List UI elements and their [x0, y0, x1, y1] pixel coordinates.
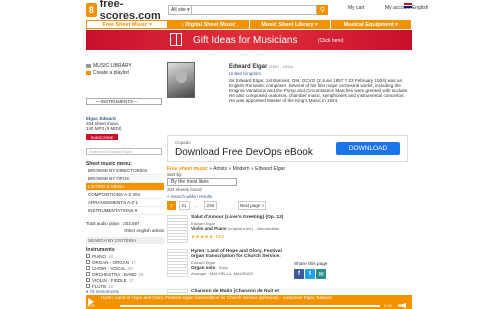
nav-musical-equipment[interactable]: Musical Equipment ▾ [331, 20, 412, 29]
music-library-link[interactable]: MUSIC LIBRARY [86, 62, 164, 69]
search-criteria-header[interactable]: SEARCH BY CRITERIA [86, 237, 164, 244]
share-label: Share this page [294, 262, 328, 267]
composer-search-input[interactable]: Search all Edward Elgar [86, 148, 162, 155]
nav-music-sheet-library[interactable]: Music Sheet Library ▾ [250, 20, 331, 29]
result-title[interactable]: Chanson de Matin (Chanson de Nuit et [191, 289, 287, 294]
page-226[interactable]: 226 [203, 201, 218, 210]
checkbox-icon[interactable] [86, 284, 90, 288]
gift-icon [170, 33, 182, 46]
menu-item[interactable]: ARRANGEMENTS A-Z 1 [86, 199, 164, 207]
composer-file-count: 140 MP3 (0 MIDI) [86, 126, 122, 131]
player-time-elapsed: 0:00 [87, 303, 95, 308]
instrument-count: 47 [131, 259, 137, 265]
result-instruments: Organ solo - Easy [191, 265, 228, 270]
result-title[interactable]: Hymn: Land of Hope and Glory. Festival o… [191, 249, 287, 259]
playlist-icon [86, 70, 91, 75]
library-icon [86, 63, 91, 68]
cart-link[interactable]: My cart [348, 5, 364, 11]
main-nav: Free Sheet Music ▾ ♪ Digital Sheet Music… [86, 20, 412, 29]
other-artists-link[interactable]: Other english artists [86, 228, 164, 233]
total-plays: Total audio plays : 203,697 [86, 221, 140, 226]
instrument-count: 28 [138, 271, 144, 277]
instrument-count: 39 [127, 265, 133, 271]
score-thumbnail[interactable] [167, 249, 188, 277]
search-input[interactable] [192, 5, 317, 15]
sort-label: Sort by: [167, 172, 183, 177]
next-page-button[interactable]: Next page » [238, 201, 266, 210]
composer-summary: Elgar, Edward 204 sheet music 140 MP3 (0… [86, 116, 164, 131]
uk-flag-icon[interactable] [404, 3, 412, 8]
result-arranger: Arranger : MACHELLA, MAURIZIO [191, 271, 254, 276]
sidebar: MUSIC LIBRARY Create a playlist ---INSTR… [86, 62, 164, 295]
instrument-count: 17 [128, 277, 134, 283]
twitter-icon[interactable]: t [305, 269, 315, 279]
player-time-total: 0:00 [384, 303, 392, 308]
nav-free-sheet-music[interactable]: Free Sheet Music ▾ [86, 20, 169, 29]
result-instruments: Violin and Piano (original Instr.) - Int… [191, 226, 280, 231]
volume-icon[interactable] [398, 303, 406, 308]
instrument-label: VIOLIN - FIDDLE [92, 277, 127, 283]
checkbox-icon[interactable] [86, 272, 90, 276]
email-icon[interactable]: ✉ [316, 269, 326, 279]
ad-source: Copado [175, 140, 191, 145]
instrument-label: CHOIR - VOCAL [92, 265, 126, 271]
search-button[interactable]: ⚲ [317, 5, 328, 15]
menu-item[interactable]: LISTING & MENU [86, 183, 164, 191]
audio-player: Hymn: Land of Hope and Glory. Festival o… [86, 295, 412, 309]
site-logo[interactable]: 8 free-scores.com [86, 0, 164, 22]
instrument-filter-list: PIANO 18 ORGAN - ORGAN 47 CHOIR - VOCAL 39 ORC… [86, 253, 164, 289]
ad-download-button[interactable]: DOWNLOAD [336, 142, 400, 155]
composer-portrait [167, 62, 195, 98]
composer-name: Edward Elgar (1857 - 1934) [229, 64, 294, 70]
ad-banner[interactable]: Copado Download Free DevOps eBook DOWNLO… [167, 135, 408, 162]
instrument-label: FLUTE [92, 283, 107, 289]
player-progress-bar[interactable] [120, 305, 380, 307]
search-scope-select[interactable]: All site ▾ [168, 5, 192, 15]
checkbox-icon[interactable] [86, 260, 90, 264]
checkbox-icon[interactable] [86, 278, 90, 282]
page-ellipsis: ... [194, 203, 199, 208]
logo-text: free-scores.com [99, 0, 161, 22]
page-21[interactable]: 21 [178, 201, 190, 210]
share-buttons: f t ✉ [294, 269, 327, 279]
instruments-select[interactable]: ---INSTRUMENTS--- [86, 98, 162, 105]
checkbox-icon[interactable] [86, 254, 90, 258]
player-title: Hymn: Land of Hope and Glory. Festival o… [101, 295, 332, 300]
menu-item[interactable]: BROWSE BY DIRECTORIES [86, 167, 164, 175]
page-1[interactable]: 1 [167, 201, 176, 210]
banner-link[interactable]: (Click here) [318, 38, 344, 44]
composer-years: (1857 - 1934) [269, 64, 294, 69]
instrument-label: PIANO [92, 253, 107, 259]
search-within-link[interactable]: » Search within results [167, 194, 212, 199]
score-thumbnail[interactable] [167, 215, 188, 243]
sort-select[interactable]: By the most likes [167, 178, 237, 186]
instrument-label: ORGAN - ORGAN [92, 259, 130, 265]
result-title[interactable]: Salut d'Amour (Love's Greeting) (Op. 12) [191, 215, 287, 220]
breadcrumb: Free sheet music » Artists » Modern » Ed… [167, 166, 286, 172]
create-playlist-link[interactable]: Create a playlist [86, 69, 164, 76]
menu-item[interactable]: COMPOSITIONS A-Z 204 [86, 191, 164, 199]
magnifier-icon: ⚲ [319, 7, 326, 14]
sheet-music-menu: BROWSE BY DIRECTORIES BROWSE BY OPUS LISTI… [86, 167, 164, 215]
checkbox-icon[interactable] [86, 266, 90, 270]
rating-stars: ★★★★★ 158 [191, 234, 225, 239]
composer-country[interactable]: United Kingdom [229, 71, 261, 76]
pagination: 1 21 ... 226 [167, 201, 220, 210]
nav-digital-sheet-music[interactable]: ♪ Digital Sheet Music [168, 20, 250, 29]
results-count: 204 sheets found [167, 187, 202, 192]
composer-bio: Sir Edward Elgar, 1st Baronet, OM, GCVO … [229, 78, 409, 104]
banner-title: Gift Ideas for Musicians [193, 35, 298, 46]
instrument-label: ORCHESTRA - BAND [92, 271, 137, 277]
instrument-count: 18 [108, 253, 114, 259]
gift-banner[interactable]: Gift Ideas for Musicians (Click here) [86, 30, 412, 50]
top-bar: 8 free-scores.com All site ▾ ⚲ My cart M… [0, 0, 500, 22]
logo-mark: 8 [86, 3, 97, 17]
menu-item[interactable]: INSTRUMENTATIONS ▾ [86, 207, 164, 215]
menu-item[interactable]: BROWSE BY OPUS [86, 175, 164, 183]
facebook-icon[interactable]: f [294, 269, 304, 279]
instrument-count: 10 [108, 283, 114, 289]
ad-title: Download Free DevOps eBook [175, 147, 313, 158]
subscribe-button[interactable]: SUBSCRIBE [86, 134, 118, 140]
